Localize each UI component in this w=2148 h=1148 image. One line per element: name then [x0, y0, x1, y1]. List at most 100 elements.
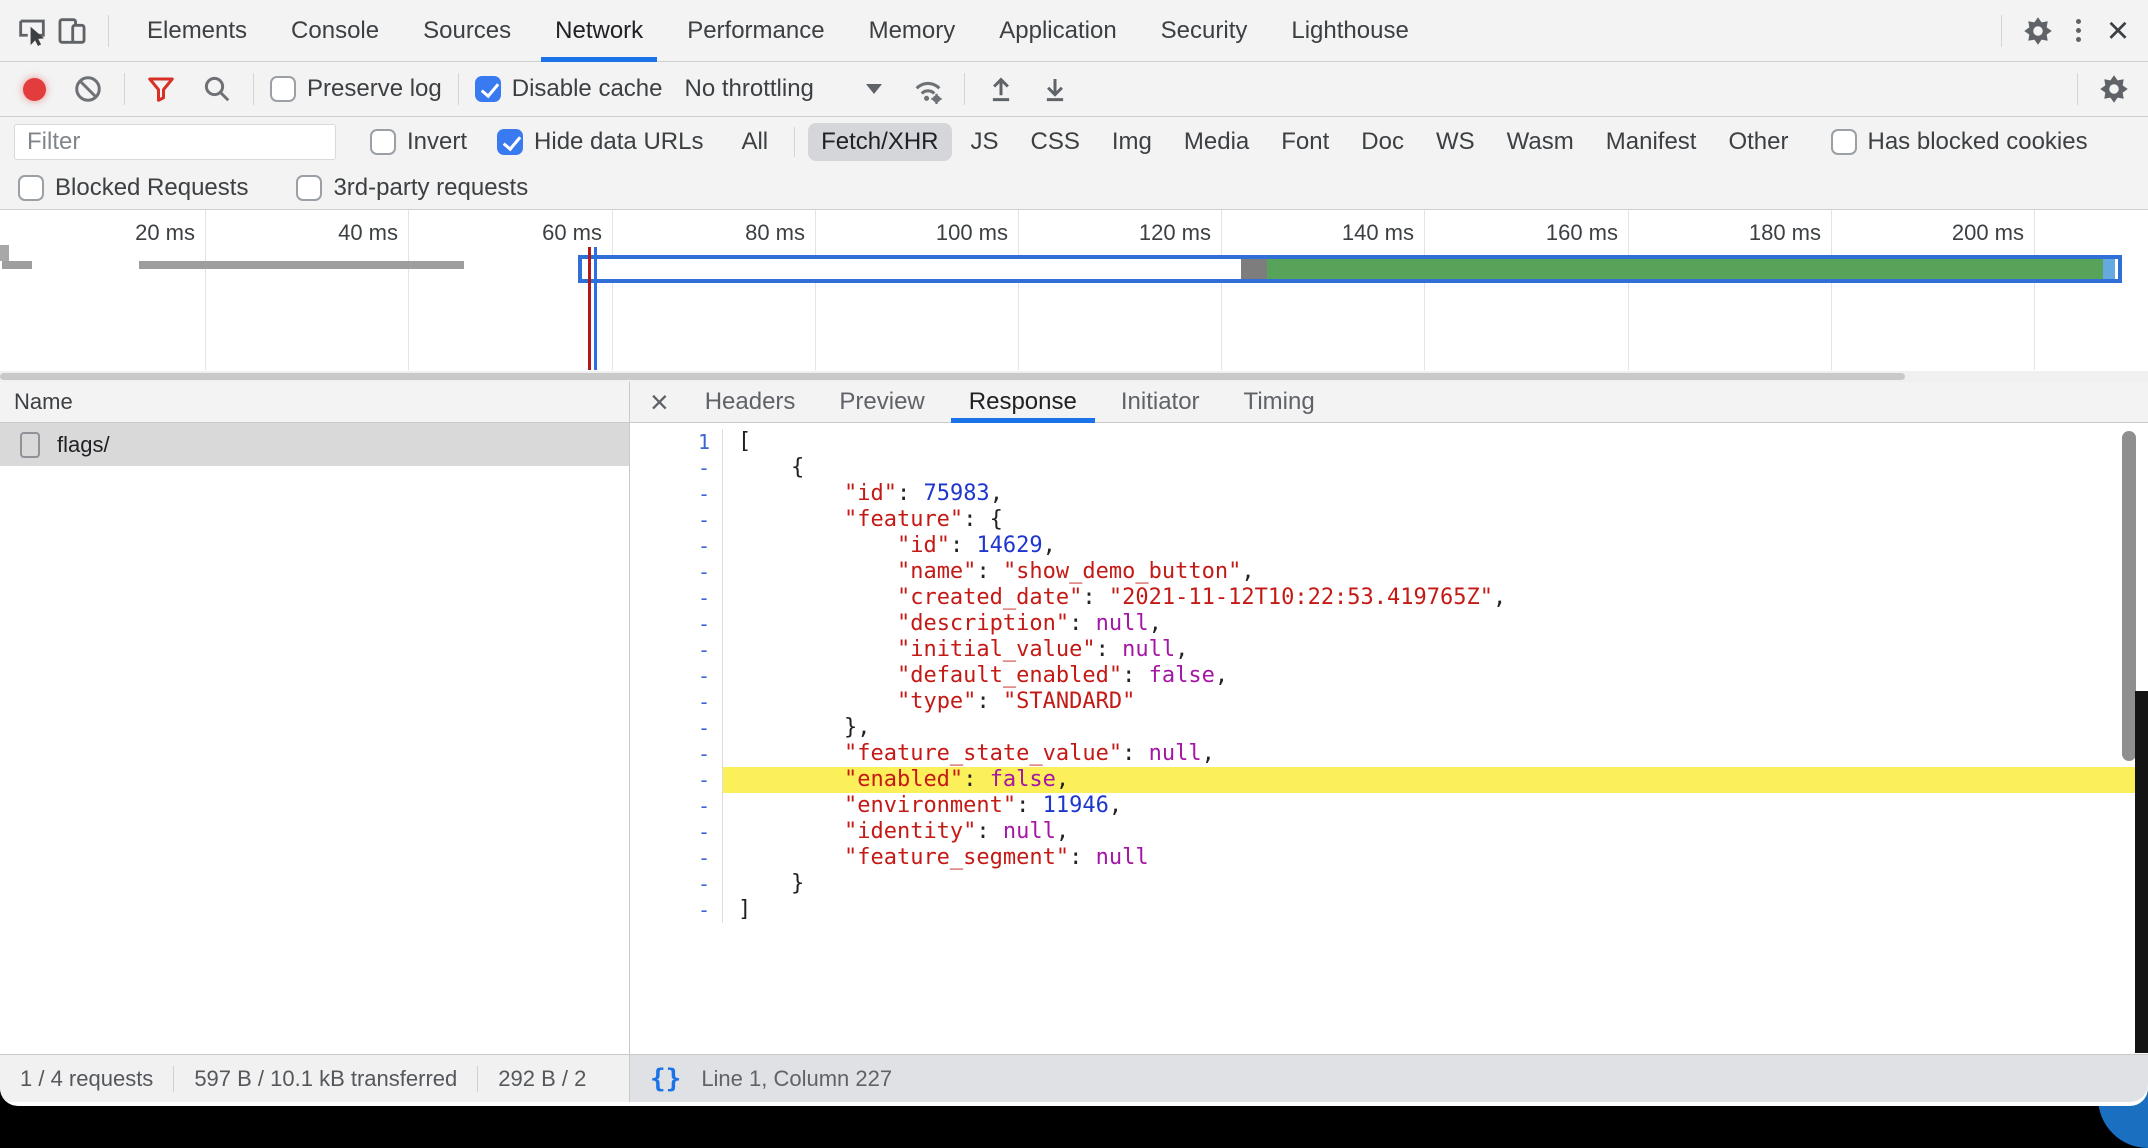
inspect-element-button[interactable]	[12, 11, 52, 51]
token: ,	[1056, 819, 1069, 844]
checkbox-checked[interactable]	[497, 129, 523, 155]
tab-sources[interactable]: Sources	[413, 0, 521, 62]
hide-data-urls-label: Hide data URLs	[534, 128, 703, 156]
search-button[interactable]	[197, 69, 237, 109]
network-overview-timeline[interactable]: 20 ms40 ms60 ms80 ms100 ms120 ms140 ms16…	[0, 210, 2148, 382]
cursor-position: Line 1, Column 227	[701, 1066, 892, 1092]
checkbox-unchecked[interactable]	[270, 76, 296, 102]
blocked-requests-checkbox[interactable]: Blocked Requests	[18, 174, 248, 202]
disable-cache-checkbox[interactable]: Disable cache	[475, 75, 663, 103]
code-line: -]	[630, 897, 2148, 923]
filter-type-wasm[interactable]: Wasm	[1494, 123, 1587, 161]
filter-type-ws[interactable]: WS	[1423, 123, 1488, 161]
tab-console[interactable]: Console	[281, 0, 389, 62]
network-conditions-button[interactable]	[908, 69, 948, 109]
filter-type-doc[interactable]: Doc	[1348, 123, 1417, 161]
filter-type-other[interactable]: Other	[1715, 123, 1801, 161]
toolbar-divider	[964, 73, 965, 105]
close-icon: ×	[2107, 12, 2129, 50]
detail-tab-initiator[interactable]: Initiator	[1109, 382, 1212, 423]
filter-input[interactable]	[14, 124, 336, 160]
tab-security[interactable]: Security	[1151, 0, 1258, 62]
filter-type-all[interactable]: All	[728, 123, 781, 161]
tab-memory[interactable]: Memory	[859, 0, 966, 62]
overview-scrollbar[interactable]	[0, 371, 2148, 382]
line-number: -	[630, 637, 723, 663]
line-number: -	[630, 533, 723, 559]
event-line-load	[588, 247, 591, 370]
token	[738, 741, 844, 766]
close-devtools-button[interactable]: ×	[2098, 11, 2138, 51]
checkbox-unchecked[interactable]	[1831, 129, 1857, 155]
detail-tab-timing[interactable]: Timing	[1232, 382, 1327, 423]
requests-count: 1 / 4 requests	[20, 1066, 153, 1092]
funnel-icon	[146, 74, 176, 104]
code-text: "default_enabled": false,	[723, 663, 2148, 689]
token: {	[738, 455, 804, 480]
clear-icon	[73, 74, 103, 104]
tab-performance[interactable]: Performance	[677, 0, 834, 62]
invert-checkbox[interactable]: Invert	[370, 128, 467, 156]
settings-button[interactable]	[2018, 11, 2058, 51]
record-network-log-button[interactable]	[14, 69, 54, 109]
more-options-button[interactable]	[2058, 11, 2098, 51]
token	[738, 585, 897, 610]
filter-type-font[interactable]: Font	[1268, 123, 1342, 161]
third-party-requests-label: 3rd-party requests	[333, 174, 528, 202]
timeline-tick-label: 200 ms	[1904, 220, 2024, 246]
invert-label: Invert	[407, 128, 467, 156]
tab-application[interactable]: Application	[989, 0, 1126, 62]
close-detail-button[interactable]: ×	[636, 386, 683, 418]
token: "environment"	[844, 793, 1016, 818]
gear-icon	[2023, 16, 2053, 46]
pretty-print-button[interactable]: {}	[650, 1064, 681, 1094]
filter-type-manifest[interactable]: Manifest	[1593, 123, 1710, 161]
tab-elements[interactable]: Elements	[137, 0, 257, 62]
export-har-button[interactable]	[1035, 69, 1075, 109]
filter-type-media[interactable]: Media	[1171, 123, 1262, 161]
checkbox-unchecked[interactable]	[18, 175, 44, 201]
hide-data-urls-checkbox[interactable]: Hide data URLs	[497, 128, 703, 156]
checkbox-checked[interactable]	[475, 76, 501, 102]
filter-toggle-button[interactable]	[141, 69, 181, 109]
overview-scrollbar-thumb[interactable]	[0, 373, 1905, 380]
checkbox-unchecked[interactable]	[296, 175, 322, 201]
toolbar-divider	[2001, 15, 2002, 47]
line-number: -	[630, 715, 723, 741]
detail-tab-headers[interactable]: Headers	[693, 382, 808, 423]
filter-type-css[interactable]: CSS	[1018, 123, 1093, 161]
has-blocked-cookies-checkbox[interactable]: Has blocked cookies	[1831, 128, 2088, 156]
token: "feature_state_value"	[844, 741, 1122, 766]
response-body-view[interactable]: 1[- {- "id": 75983,- "feature": {- "id":…	[630, 423, 2148, 1054]
clear-network-log-button[interactable]	[68, 69, 108, 109]
toggle-device-toolbar-button[interactable]	[52, 11, 92, 51]
filter-type-img[interactable]: Img	[1099, 123, 1165, 161]
filter-type-js[interactable]: JS	[958, 123, 1012, 161]
code-line: - "identity": null,	[630, 819, 2148, 845]
detail-tab-response[interactable]: Response	[957, 382, 1089, 423]
token: :	[976, 819, 1003, 844]
overview-request-bar[interactable]	[578, 255, 2122, 283]
line-number: -	[630, 793, 723, 819]
preserve-log-checkbox[interactable]: Preserve log	[270, 75, 442, 103]
request-row-flags[interactable]: flags/	[0, 423, 629, 466]
tab-network[interactable]: Network	[545, 0, 653, 62]
status-bar: 1 / 4 requests 597 B / 10.1 kB transferr…	[0, 1054, 2148, 1102]
import-har-button[interactable]	[981, 69, 1021, 109]
timeline-tick-label: 80 ms	[685, 220, 805, 246]
line-number: -	[630, 897, 723, 923]
throttling-select[interactable]: No throttling	[684, 75, 881, 103]
filter-type-fetch-xhr[interactable]: Fetch/XHR	[808, 123, 951, 161]
token: :	[950, 533, 977, 558]
third-party-requests-checkbox[interactable]: 3rd-party requests	[296, 174, 528, 202]
network-settings-button[interactable]	[2094, 69, 2134, 109]
line-number: -	[630, 819, 723, 845]
response-scrollbar-thumb[interactable]	[2122, 431, 2136, 761]
requests-column-header[interactable]: Name	[0, 382, 629, 423]
code-text: "description": null,	[723, 611, 2148, 637]
checkbox-unchecked[interactable]	[370, 129, 396, 155]
timeline-gridline	[1424, 210, 1425, 370]
tab-lighthouse[interactable]: Lighthouse	[1281, 0, 1418, 62]
detail-tab-preview[interactable]: Preview	[827, 382, 936, 423]
timeline-gridline	[408, 210, 409, 370]
